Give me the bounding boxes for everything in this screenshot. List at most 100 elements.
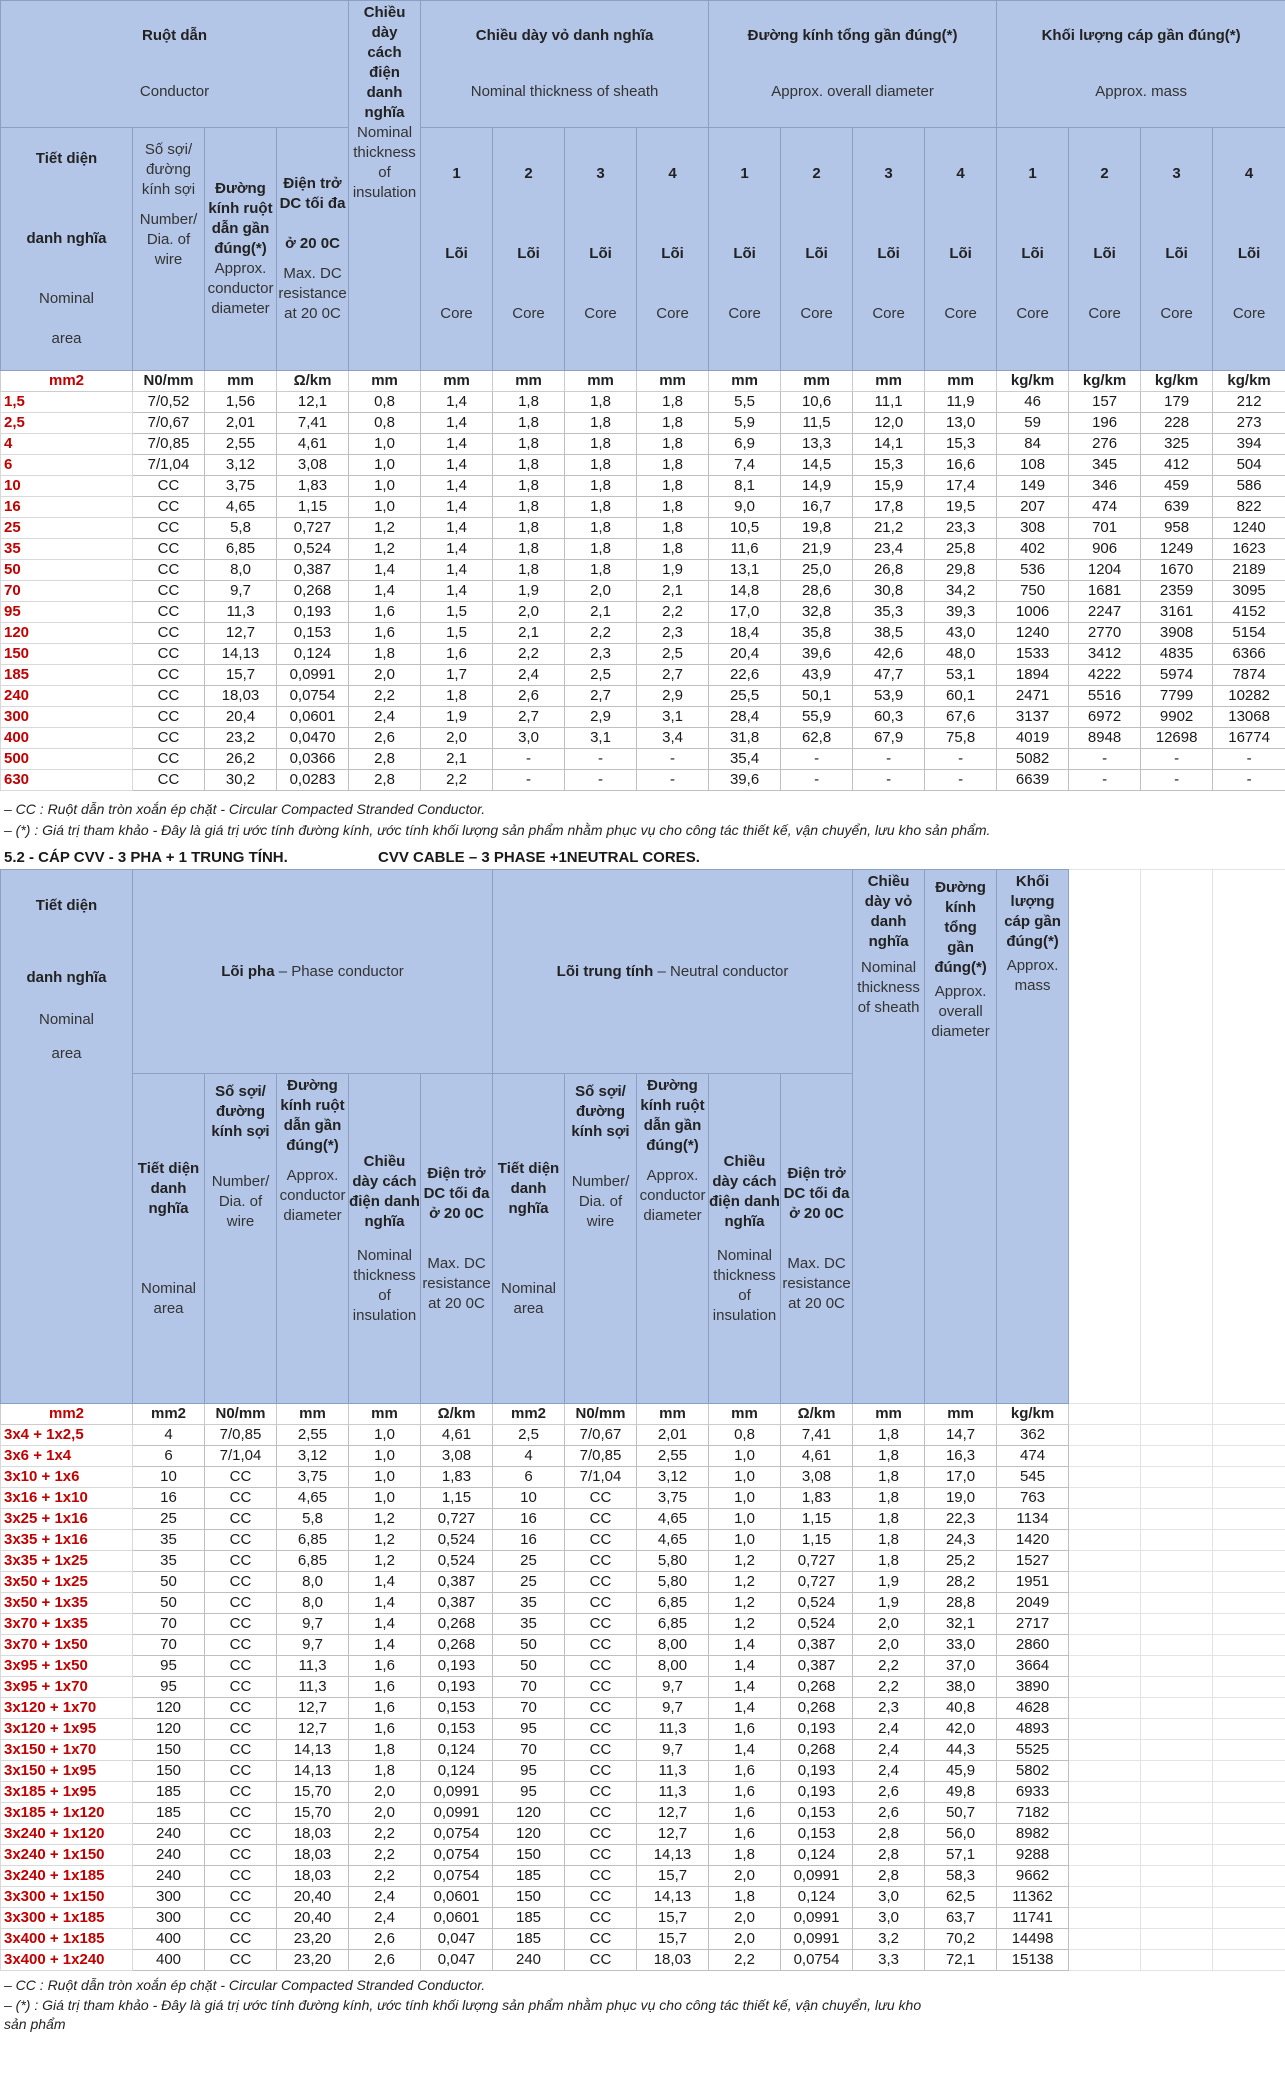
table-cell: 60,1 [924,685,998,707]
table-cell: 1,4 [420,475,494,497]
unit-cell: mm [636,370,710,392]
table-cell: 2,8 [348,769,422,791]
table-cell: 43,0 [924,622,998,644]
table-cell: 3890 [996,1676,1070,1698]
table-cell: 14,13 [276,1739,349,1761]
table-row: 3x185 + 1x95 185 CC 15,70 2,0 0,0991 95 CC 11,3 1… [0,1781,1285,1803]
table-cell: 11,3 [636,1760,709,1782]
table-cell: 7,41 [275,412,350,434]
table-cell: 1,8 [564,391,638,413]
table-cell: 15,70 [276,1781,349,1803]
table-row: 3x70 + 1x35 70 CC 9,7 1,4 0,268 35 CC 6,85 1,2 0,5… [0,1613,1285,1635]
table-row: 3x150 + 1x70 150 CC 14,13 1,8 0,124 70 CC 9,7 1,4… [0,1739,1285,1761]
table-cell: 14,1 [852,433,926,455]
table-row: 120 CC 12,7 0,153 1,6 1,5 2,1 2,2 2,3 18,4 35,8 38,… [0,622,1285,644]
table-cell: 150 [132,1760,205,1782]
unit-cell: kg/km [996,1403,1070,1425]
table-cell: 46 [996,391,1070,413]
table-cell: 0,524 [420,1529,493,1551]
blank-cell [1140,1949,1214,1971]
table-cell: 8948 [1068,727,1142,749]
table-cell: CC [204,1781,277,1803]
table-cell: 0,268 [420,1613,493,1635]
blank-cell [1212,1760,1285,1782]
table-cell: 5154 [1212,622,1285,644]
table-cell: 14,8 [708,580,782,602]
table-cell: 300 [132,1886,205,1908]
header-area-en: Nominal [38,1011,95,1028]
table-cell: 4,61 [420,1424,493,1446]
section-title-en: CVV CABLE – 3 PHASE +1NEUTRAL CORES. [377,849,700,866]
table-cell: 0,193 [779,1718,854,1740]
table-cell: 15,7 [636,1865,709,1887]
table-cell: 2,4 [852,1760,926,1782]
blank-cell [1068,1802,1142,1824]
header-area-vi: Tiết diện [35,150,98,167]
table-row: 4 7/0,85 2,55 4,61 1,0 1,4 1,8 1,8 1,8 6,9 13,3 14,… [0,433,1285,455]
table-cell: 1,8 [348,1760,421,1782]
blank-cell [1068,1823,1142,1845]
table-cell: 2,1 [492,622,566,644]
blank-cell [1140,1928,1214,1950]
header-resistance-en: Max. DC resistance at 20 0C [278,265,347,322]
table-row: 3x4 + 1x2,5 4 7/0,85 2,55 1,0 4,61 2,5 7/0,67 2,… [0,1424,1285,1446]
row-designation: 3x120 + 1x95 [0,1718,133,1740]
row-area: 185 [0,664,133,686]
table-cell: 3,12 [636,1466,709,1488]
table-cell: 1,2 [708,1550,781,1572]
table-cell: 0,124 [779,1844,854,1866]
table-cell: 3908 [1140,622,1214,644]
header-area-vi-2: danh nghĩa [26,969,107,986]
table-cell: 120 [132,1697,205,1719]
table-cell: 2,4 [852,1718,926,1740]
table-cell: 9902 [1140,706,1214,728]
table-cell: CC [204,1886,277,1908]
blank-cell [1212,1424,1285,1446]
table-cell: CC [564,1529,637,1551]
table-cell: 55,9 [780,706,854,728]
table-cell: 7874 [1212,664,1285,686]
table-cell: CC [204,1613,277,1635]
table-cell: - [1212,748,1285,770]
core-en: Core [440,305,473,322]
table-cell: 12,7 [636,1802,709,1824]
table-row: 3x6 + 1x4 6 7/1,04 3,12 1,0 3,08 4 7/0,85 2,55 1,… [0,1445,1285,1467]
table-cell: 38,5 [852,622,926,644]
sub-cdia-en: Approx. conductor diameter [279,1167,346,1224]
table-cell: 149 [996,475,1070,497]
table-cell: 30,2 [204,769,277,791]
table-row: 3x16 + 1x10 16 CC 4,65 1,0 1,15 10 CC 3,75 1,0 1,8… [0,1487,1285,1509]
core-number: 1 [1028,165,1037,182]
table-cell: 1,6 [708,1823,781,1845]
dia-core-1: 1 Lõi Core [708,127,782,371]
table-row: 3x35 + 1x16 35 CC 6,85 1,2 0,524 16 CC 4,65 1,0 1,… [0,1529,1285,1551]
table-cell: 8,0 [276,1592,349,1614]
table-cell: 0,124 [420,1739,493,1761]
table-cell: 5,8 [204,517,277,539]
blank-cell [1140,1739,1214,1761]
table-cell: 25 [492,1571,565,1593]
table-row: 3x25 + 1x16 25 CC 5,8 1,2 0,727 16 CC 4,65 1,0 1,1… [0,1508,1285,1530]
table-cell: CC [132,496,205,518]
row-designation: 3x35 + 1x16 [0,1529,133,1551]
unit-cell: mm [348,370,422,392]
note-reference: – (*) : Giá trị tham khảo - Đây là giá t… [4,822,991,838]
table-cell: 1,5 [420,601,494,623]
table-cell: 412 [1140,454,1214,476]
neutral-sub-area: Tiết diện danh nghĩa Nominal area [492,1073,565,1404]
table-cell: 0,387 [779,1634,854,1656]
table-cell: 1,8 [708,1886,781,1908]
table-cell: 48,0 [924,643,998,665]
header-resistance-vi-2: ở 20 0C [285,235,340,252]
table-cell: 2,0 [348,664,422,686]
blank-cell [1068,1592,1142,1614]
sheath-core-2: 2 Lõi Core [492,127,566,371]
table-cell: 2,0 [492,601,566,623]
blank-cell [1068,1760,1142,1782]
blank-cell [1140,1781,1214,1803]
table-cell: 11,3 [204,601,277,623]
header-cond-dia: Đường kính ruột dẫn gần đúng(*) Approx. … [204,127,277,371]
table-cell: CC [132,475,205,497]
table-cell: CC [132,769,205,791]
table-cell: 3,1 [636,706,710,728]
